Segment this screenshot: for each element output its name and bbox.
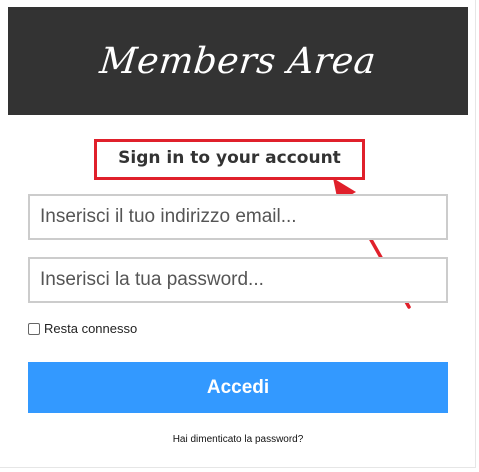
sign-in-subtitle: Sign in to your account [118,147,341,168]
remember-checkbox[interactable] [28,322,40,335]
login-button[interactable]: Accedi [28,362,448,413]
email-input[interactable] [28,194,448,240]
password-input[interactable] [28,257,448,303]
login-panel: Members Area Sign in to your account Res… [0,0,476,468]
header-banner: Members Area [8,7,468,115]
login-page: Members Area Sign in to your account Res… [0,0,479,472]
header-title: Members Area [97,40,379,82]
remember-label: Resta connesso [44,321,138,336]
forgot-password-link[interactable]: Hai dimenticato la password? [0,434,476,445]
remember-me[interactable]: Resta connesso [28,321,137,336]
